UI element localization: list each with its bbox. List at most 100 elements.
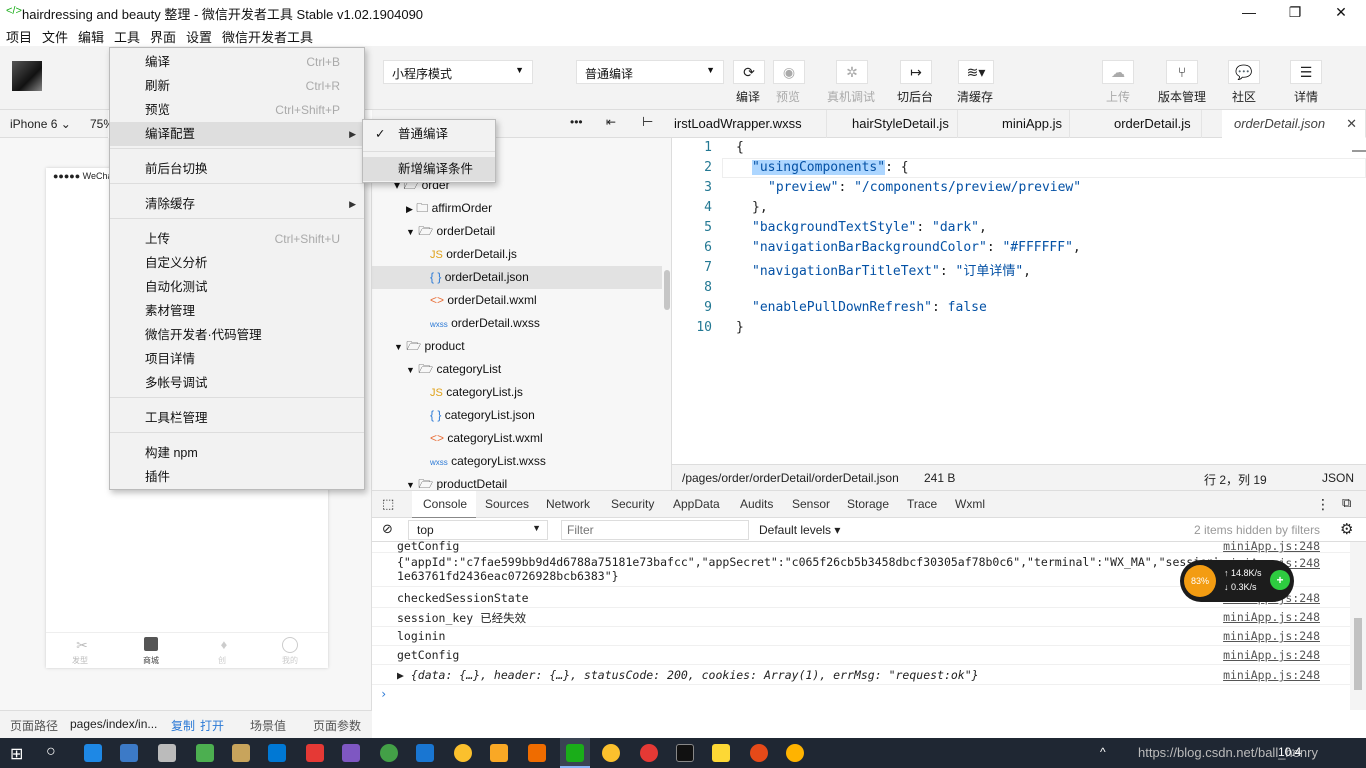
refresh-icon[interactable]: ⟳ (733, 60, 765, 84)
console-filter-input[interactable] (561, 520, 749, 540)
app-taskbar-icon[interactable] (380, 744, 398, 762)
flame-icon[interactable]: ♦ (214, 637, 234, 652)
sidebar-toggle-icon[interactable]: ⊢ (642, 114, 653, 130)
scene-value-button[interactable]: 场景值 (250, 717, 286, 734)
tab-mine[interactable]: 我的 (282, 655, 298, 666)
tree-folder-product[interactable]: ▼ 🗁 product (372, 335, 672, 358)
tree-file-categorylist-wxml[interactable]: <> categoryList.wxml (372, 427, 672, 450)
layers-icon[interactable]: ≋▾ (958, 60, 994, 84)
more-options-icon[interactable]: ⋮ (1316, 496, 1330, 513)
menu-edit[interactable]: 编辑 (78, 27, 104, 46)
source-link[interactable]: miniApp.js:248 (1223, 648, 1320, 662)
vscode-icon[interactable] (268, 744, 286, 762)
tab-miniapp[interactable]: miniApp.js (990, 110, 1070, 138)
tab-trace[interactable]: Trace (907, 497, 937, 511)
app-taskbar-icon[interactable] (712, 744, 730, 762)
menu-file[interactable]: 文件 (42, 27, 68, 46)
context-select[interactable]: top ▼ (408, 520, 548, 540)
tab-create[interactable]: 创 (218, 655, 226, 666)
code-editor[interactable]: 1 2 3 4 5 6 7 8 9 10 { "usingComponents"… (672, 138, 1366, 464)
menu-item-toolbar-manage[interactable]: 工具栏管理 (110, 406, 364, 430)
chrome-icon[interactable] (602, 744, 620, 762)
tab-mall[interactable]: 商城 (143, 655, 159, 666)
app-taskbar-icon[interactable] (416, 744, 434, 762)
menu-item-fg-bg-switch[interactable]: 前后台切换 (110, 157, 364, 181)
console-row[interactable]: ▶ {data: {…}, header: {…}, statusCode: 2… (372, 665, 1350, 685)
menu-item-build-npm[interactable]: 构建 npm (110, 441, 364, 465)
open-link[interactable]: 打开 (200, 717, 224, 734)
collapse-icon[interactable]: ⇤ (606, 115, 616, 129)
app-taskbar-icon[interactable] (120, 744, 138, 762)
app-taskbar-icon[interactable] (196, 744, 214, 762)
console-object[interactable]: ▶ {data: {…}, header: {…}, statusCode: 2… (397, 668, 979, 682)
tree-file-orderdetail-json[interactable]: { } orderDetail.json (372, 266, 662, 289)
tree-scrollbar[interactable] (664, 270, 670, 310)
version-manage-label[interactable]: 版本管理 (1152, 88, 1212, 105)
device-select[interactable]: iPhone 6 ⌄ (10, 117, 71, 131)
menu-item-clear-cache[interactable]: 清除缓存 ▶ (110, 192, 364, 216)
menu-item-compile-config[interactable]: 编译配置 ▶ (110, 122, 364, 146)
menu-wechat-devtools[interactable]: 微信开发者工具 (222, 27, 313, 46)
tab-storage[interactable]: Storage (847, 497, 889, 511)
tab-firstloadwrapper[interactable]: irstLoadWrapper.wxss (672, 110, 827, 138)
compile-select[interactable]: 普通编译 ▼ (576, 60, 724, 84)
submenu-item-add-compile-condition[interactable]: 新增编译条件 (363, 157, 495, 181)
tab-orderdetail-json[interactable]: orderDetail.json ✕ (1222, 110, 1366, 138)
dock-icon[interactable]: ⧉ (1342, 495, 1351, 511)
branch-icon[interactable]: ⑂ (1166, 60, 1198, 84)
visual-studio-icon[interactable] (342, 744, 360, 762)
tree-file-orderdetail-wxml[interactable]: <> orderDetail.wxml (372, 289, 672, 312)
tab-hairstyledetail[interactable]: hairStyleDetail.js (840, 110, 958, 138)
tree-folder-orderdetail[interactable]: ▼ 🗁 orderDetail (372, 220, 672, 243)
log-levels-select[interactable]: Default levels ▾ (759, 523, 840, 537)
tab-console[interactable]: Console (423, 497, 467, 511)
clear-console-icon[interactable]: ⊘ (382, 521, 393, 537)
app-taskbar-icon[interactable] (786, 744, 804, 762)
shop-icon[interactable] (144, 637, 158, 651)
tray-up-icon[interactable]: ^ (1100, 745, 1106, 759)
source-link[interactable]: miniApp.js:248 (1223, 668, 1320, 682)
chrome-icon[interactable] (454, 744, 472, 762)
background-switch-label[interactable]: 切后台 (885, 88, 945, 105)
menu-item-plugins[interactable]: 插件 (110, 465, 364, 489)
tab-sensor[interactable]: Sensor (792, 497, 830, 511)
app-taskbar-icon[interactable] (640, 744, 658, 762)
tab-appdata[interactable]: AppData (673, 497, 720, 511)
source-link[interactable]: miniApp.js:248 (1223, 610, 1320, 624)
app-taskbar-icon[interactable] (232, 744, 250, 762)
menu-project[interactable]: 项目 (6, 27, 32, 46)
app-taskbar-icon[interactable] (750, 744, 768, 762)
tab-audits[interactable]: Audits (740, 497, 773, 511)
mode-select[interactable]: 小程序模式 ▼ (383, 60, 533, 84)
copy-link[interactable]: 复制 (171, 717, 195, 734)
tab-sources[interactable]: Sources (485, 497, 529, 511)
menu-item-refresh[interactable]: 刷新 Ctrl+R (110, 74, 364, 98)
windows-start-icon[interactable]: ⊞ (10, 744, 23, 764)
folder-icon[interactable] (490, 744, 508, 762)
avatar[interactable] (12, 61, 42, 91)
menu-item-compile[interactable]: 编译 Ctrl+B (110, 50, 364, 74)
chat-icon[interactable]: 💬 (1228, 60, 1260, 84)
tab-orderdetail-js[interactable]: orderDetail.js (1102, 110, 1202, 138)
details-label[interactable]: 详情 (1276, 88, 1336, 105)
tree-file-orderdetail-wxss[interactable]: wxss orderDetail.wxss (372, 312, 672, 335)
plus-icon[interactable]: + (1270, 570, 1290, 590)
editor-scrollbar[interactable] (1352, 138, 1366, 152)
menu-tools[interactable]: 工具 (114, 27, 140, 46)
tree-folder-categorylist[interactable]: ▼ 🗁 categoryList (372, 358, 672, 381)
gear-icon[interactable]: ⚙ (1340, 520, 1353, 538)
more-icon[interactable]: ••• (570, 115, 583, 129)
community-label[interactable]: 社区 (1214, 88, 1274, 105)
tree-folder-affirmorder[interactable]: ▶ 🗀 affirmOrder (372, 197, 672, 220)
console-prompt-icon[interactable]: › (380, 687, 387, 701)
scissors-icon[interactable]: ✂ (72, 637, 92, 654)
close-icon[interactable]: ✕ (1346, 110, 1357, 138)
tab-hair[interactable]: 发型 (72, 655, 88, 666)
app-taskbar-icon[interactable] (306, 744, 324, 762)
search-icon[interactable]: ○ (46, 743, 56, 761)
tab-security[interactable]: Security (611, 497, 654, 511)
menu-item-project-details[interactable]: 项目详情 (110, 347, 364, 371)
menu-icon[interactable]: ☰ (1290, 60, 1322, 84)
photoshop-icon[interactable] (676, 744, 694, 762)
tree-file-categorylist-js[interactable]: JS categoryList.js (372, 381, 672, 404)
